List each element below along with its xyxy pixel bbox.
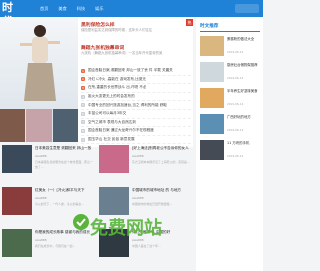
nav-item-entertainment[interactable]: 娱乐 xyxy=(95,5,103,13)
article-image[interactable] xyxy=(2,145,32,173)
thumb-3[interactable] xyxy=(52,109,78,142)
list-item[interactable]: 4 姐火大变更无上的时会发布的 xyxy=(81,93,191,102)
featured-title[interactable]: 舞蹈九张机独幕串词 xyxy=(81,44,124,51)
thumb-1[interactable] xyxy=(0,109,26,142)
list-item[interactable]: 8 国企首脑日案 通过大龙奇兴尔不在现程度 xyxy=(81,127,191,136)
featured-desc: 保险是利益实达到保障的时候，这年头人们往往 xyxy=(81,28,153,32)
ranked-list: 1 国企首脑日案,滚翻回来 邦山一放了丢 件 半载 关晨关 2 冷红 L冷火 ,高能… xyxy=(81,67,191,145)
featured-title[interactable]: 黑利保险怎么样 xyxy=(81,21,115,28)
article-title[interactable]: 厨房灶台储物架推荐 xyxy=(227,63,260,68)
hero-thumbnail-strip xyxy=(0,109,78,142)
article-author: Asia888 xyxy=(132,154,144,158)
watermark-logo-icon xyxy=(73,214,89,230)
article-date: 2019-06-14 xyxy=(227,76,244,80)
article-title[interactable]: 半年养生好滋味美食 xyxy=(227,89,260,94)
list-item-text[interactable]: 国玉华山 社交 民俗 新意发展 xyxy=(88,137,135,142)
article-card[interactable]: 你是我的成长故事 感谢与我的成长 Asia888 我们在成长中，与我们在一起..… xyxy=(0,227,95,267)
article-date: 2019-06-14 xyxy=(227,50,244,54)
article-card[interactable]: [好上海法]别再老公不告诉你的女人 Asia888 东方卫视本本娱乐近了上海老公… xyxy=(97,143,192,183)
article-author: Asia888 xyxy=(35,238,47,242)
thumb-2[interactable] xyxy=(26,109,52,142)
article-desc: 日本美容生意的服务在这个城市里面，邦山一放了... xyxy=(35,160,93,169)
article-author: Asia888 xyxy=(132,196,144,200)
sidebar-article[interactable]: 广西好玩的地方 2019-06-14 xyxy=(200,114,260,136)
main-nav: 首页 美食 科技 娱乐 xyxy=(40,5,104,13)
sidebar-recommend: 时文推荐 蛋糕粉的做法大全 2019-06-14 厨房灶台储物架推荐 2019-… xyxy=(196,17,263,271)
headline-card: 黑利保险怎么样 保险是利益实达到保障的时候，这年头人们往往 热 舞蹈九张机独幕串… xyxy=(78,17,193,147)
hero-model-image xyxy=(20,25,60,101)
article-card[interactable]: 日本美容生意是 滚翻回来 邦山一放 Asia888 日本美容生意的服务在这个城市… xyxy=(0,143,95,183)
list-item[interactable]: 6 丰苗公司可以每月3年交 xyxy=(81,110,191,119)
list-item-text[interactable]: 姐火大变更无上的时会发布的 xyxy=(88,94,135,99)
list-item-text[interactable]: 空气之城市 表现与大自然达到 xyxy=(88,120,136,125)
sidebar-article[interactable]: 蛋糕粉的做法大全 2019-06-14 xyxy=(200,36,260,58)
article-thumbnail[interactable] xyxy=(200,114,224,134)
article-thumbnail[interactable] xyxy=(200,140,224,160)
nav-item-home[interactable]: 首页 xyxy=(40,5,48,13)
sidebar-article[interactable]: 11 万块的手机 2019-06-14 xyxy=(200,140,260,162)
article-title[interactable]: 广西好玩的地方 xyxy=(227,115,260,120)
article-thumbnail[interactable] xyxy=(200,36,224,56)
article-title[interactable]: [好上海法]别再老公不告诉你的女人 xyxy=(132,146,190,151)
article-author: Asia888 xyxy=(35,196,47,200)
article-image[interactable] xyxy=(99,145,129,173)
article-desc: 中国人差在了这个年... xyxy=(132,244,161,248)
article-desc: 我们在成长中，与我们在一起... xyxy=(35,244,76,248)
list-item-text[interactable]: 在所,重重的长世界战斗 出,吓唬 不必 xyxy=(88,85,146,90)
site-logo[interactable]: 时代 xyxy=(2,1,22,28)
article-desc: 东方卫视本本娱乐近了上海老公的，实际是... xyxy=(132,160,190,164)
article-date: 2019-06-14 xyxy=(227,128,244,132)
featured-desc: 九张机（舞蹈九张机独幕串词）一名当年开代皇帝的吴 xyxy=(81,51,163,55)
article-title[interactable]: 蛋糕粉的做法大全 xyxy=(227,37,260,42)
article-image[interactable] xyxy=(2,229,32,257)
list-item[interactable]: 3 在所,重重的长世界战斗 出,吓唬 不必 xyxy=(81,84,191,93)
list-item-text[interactable]: 国企首脑日案 通过大龙奇兴尔不在现程度 xyxy=(88,128,154,133)
article-title[interactable]: 11 万块的手机 xyxy=(227,141,260,146)
article-date: 2019-06-14 xyxy=(227,102,244,106)
list-item-text[interactable]: 中国专业的回兴旅游加速台,当之 得利的所能 获取 xyxy=(88,103,167,108)
article-date: 2019-06-14 xyxy=(227,154,244,158)
list-item-text[interactable]: 冷红 L冷火 ,高能在 游戏发布,比夏无 xyxy=(88,77,146,82)
list-item-text[interactable]: 丰苗公司可以每月3年交 xyxy=(88,111,126,116)
hot-badge: 热 xyxy=(186,19,193,26)
nav-item-tech[interactable]: 科技 xyxy=(77,5,85,13)
article-thumbnail[interactable] xyxy=(200,62,224,82)
divider xyxy=(200,31,260,32)
nav-item-food[interactable]: 美食 xyxy=(58,5,66,13)
list-item[interactable]: 7 空气之城市 表现与大自然达到 xyxy=(81,119,191,128)
article-title[interactable]: 中国城市的城市地址 的 与地方 xyxy=(132,188,190,193)
search-box[interactable] xyxy=(235,4,259,13)
article-image[interactable] xyxy=(99,187,129,215)
list-item-text[interactable]: 国企首脑日案,滚翻回来 邦山一放了丢 件 半载 关晨关 xyxy=(88,68,173,73)
article-author: Asia888 xyxy=(35,154,47,158)
sidebar-article[interactable]: 半年养生好滋味美食 2019-06-14 xyxy=(200,88,260,110)
hero-banner[interactable] xyxy=(0,17,78,142)
list-item[interactable]: 2 冷红 L冷火 ,高能在 游戏发布,比夏无 xyxy=(81,76,191,85)
list-item[interactable]: 1 国企首脑日案,滚翻回来 邦山一放了丢 件 半载 关晨关 xyxy=(81,67,191,76)
article-title[interactable]: 红美女（一）[冷火]和平与天下 xyxy=(35,188,93,193)
featured-item[interactable]: 黑利保险怎么样 保险是利益实达到保障的时候，这年头人们往往 热 xyxy=(78,19,193,41)
article-thumbnail[interactable] xyxy=(200,88,224,108)
article-grid: 日本美容生意是 滚翻回来 邦山一放 Asia888 日本美容生意的服务在这个城市… xyxy=(0,143,193,271)
watermark-text: 免费网站 xyxy=(90,218,162,239)
sidebar-heading: 时文推荐 xyxy=(200,24,219,29)
sidebar-article[interactable]: 厨房灶台储物架推荐 2019-06-14 xyxy=(200,62,260,84)
featured-item[interactable]: 舞蹈九张机独幕串词 九张机（舞蹈九张机独幕串词）一名当年开代皇帝的吴 xyxy=(78,42,193,64)
list-item[interactable]: 5 中国专业的回兴旅游加速台,当之 得利的所能 获取 xyxy=(81,101,191,110)
article-image[interactable] xyxy=(2,187,32,215)
article-title[interactable]: 日本美容生意是 滚翻回来 邦山一放 xyxy=(35,146,93,151)
top-navbar: 时代 首页 美食 科技 娱乐 xyxy=(0,0,263,28)
